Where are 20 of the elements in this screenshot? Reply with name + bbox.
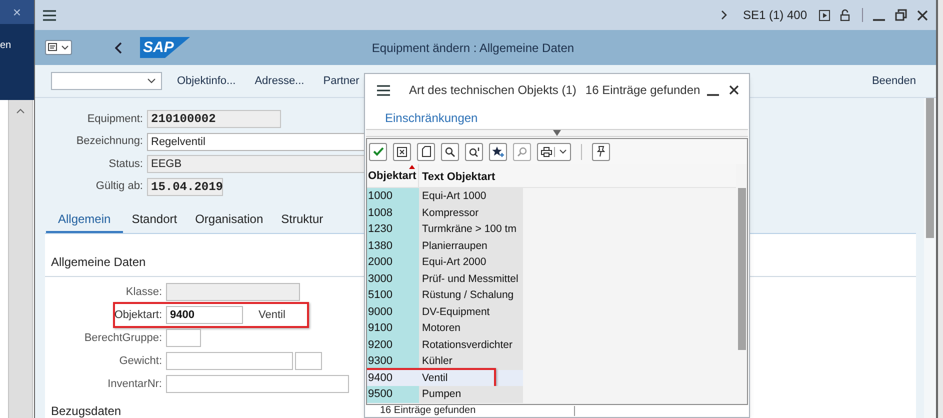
dialog-title: Art des technischen Objekts (1): [409, 82, 576, 100]
field-label: Gültig ab:: [94, 179, 144, 194]
dialog-count: 16 Einträge gefunden: [585, 82, 700, 100]
field-label: BerechtGruppe:: [83, 330, 163, 346]
field-label: Bezeichnung:: [75, 134, 144, 150]
field-label: Status:: [108, 156, 144, 172]
field-label: Objektart:: [113, 308, 163, 323]
field-label: Klasse:: [124, 284, 163, 300]
field-label: Equipment:: [86, 112, 144, 127]
screen-title: Equipment ändern : Allgemeine Daten: [372, 40, 574, 56]
input-field: 15.04.2019: [147, 178, 223, 196]
field-label: Gewicht:: [118, 354, 163, 369]
section-title: Allgemeine Daten: [51, 255, 146, 269]
input-field: 210100002: [147, 110, 281, 128]
system-info: SE1 (1) 400: [742, 7, 807, 24]
section-title: Bezugsdaten: [51, 405, 122, 418]
sap-logo: SAP: [140, 37, 190, 58]
field-label: InventarNr:: [106, 376, 163, 392]
field-description: Ventil: [258, 308, 286, 323]
status-text: 16 Einträge gefunden: [380, 405, 476, 417]
